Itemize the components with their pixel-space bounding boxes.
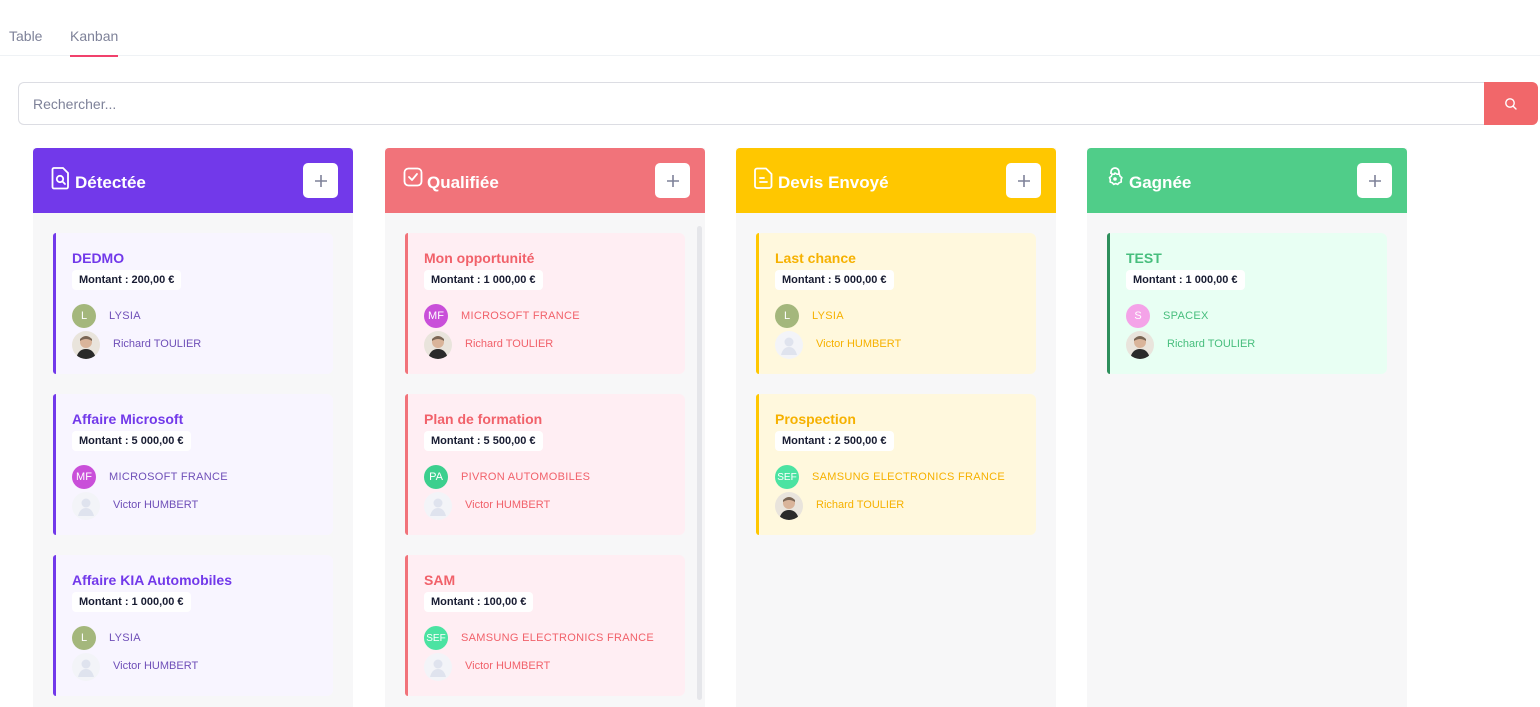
company-name[interactable]: LYSIA	[109, 310, 141, 322]
company-avatar: S	[1126, 304, 1150, 328]
company-avatar: L	[775, 304, 799, 328]
plus-icon	[666, 174, 679, 187]
person-name[interactable]: Richard TOULIER	[1167, 338, 1255, 350]
company-avatar: SEF	[775, 465, 799, 489]
amount-badge: Montant : 5 500,00 €	[424, 431, 543, 451]
company-name[interactable]: MICROSOFT FRANCE	[461, 310, 580, 322]
company-avatar: L	[72, 304, 96, 328]
company-avatar: MF	[424, 304, 448, 328]
amount-badge: Montant : 2 500,00 €	[775, 431, 894, 451]
column-title: Devis Envoyé	[778, 173, 889, 192]
card-title: TEST	[1126, 250, 1162, 266]
person-name[interactable]: Richard TOULIER	[113, 338, 201, 350]
company-avatar: SEF	[424, 626, 448, 650]
check-square-icon	[403, 167, 423, 187]
add-card-button[interactable]	[1357, 163, 1392, 198]
search-bar	[18, 82, 1538, 125]
opportunity-card[interactable]: TEST Montant : 1 000,00 € S SPACEX Richa…	[1107, 233, 1387, 374]
company-avatar: PA	[424, 465, 448, 489]
amount-badge: Montant : 1 000,00 €	[1126, 270, 1245, 290]
company-avatar: L	[72, 626, 96, 650]
opportunity-card[interactable]: DEDMO Montant : 200,00 € L LYSIA Richard…	[53, 233, 333, 374]
column-header: Devis Envoyé	[736, 148, 1056, 213]
search-button[interactable]	[1484, 82, 1538, 125]
user-blank-avatar	[424, 653, 452, 681]
user-photo-avatar	[1126, 331, 1154, 359]
document-text-icon	[754, 167, 773, 189]
user-photo-avatar	[72, 331, 100, 359]
card-title: Affaire KIA Automobiles	[72, 572, 232, 588]
search-icon	[1505, 97, 1517, 110]
amount-badge: Montant : 1 000,00 €	[72, 592, 191, 612]
user-blank-avatar	[72, 492, 100, 520]
document-search-icon	[51, 167, 69, 190]
kanban-column-devis-envoye: Devis Envoyé Last chance Montant : 5 000…	[736, 148, 1056, 707]
user-blank-avatar	[72, 653, 100, 681]
column-title: Qualifiée	[427, 173, 499, 192]
search-input[interactable]	[18, 82, 1484, 125]
company-avatar: MF	[72, 465, 96, 489]
column-header: Gagnée	[1087, 148, 1407, 213]
user-blank-avatar	[775, 331, 803, 359]
card-title: Plan de formation	[424, 411, 543, 427]
add-card-button[interactable]	[655, 163, 690, 198]
person-name[interactable]: Victor HUMBERT	[816, 338, 901, 350]
tab-table[interactable]: Table	[9, 28, 42, 44]
company-name[interactable]: PIVRON AUTOMOBILES	[461, 471, 590, 483]
amount-badge: Montant : 200,00 €	[72, 270, 182, 290]
person-name[interactable]: Victor HUMBERT	[113, 660, 198, 672]
company-name[interactable]: MICROSOFT FRANCE	[109, 471, 228, 483]
view-tabs: Table Kanban	[0, 0, 1540, 57]
amount-badge: Montant : 100,00 €	[424, 592, 534, 612]
card-title: SAM	[424, 572, 456, 588]
card-title: Prospection	[775, 411, 856, 427]
opportunity-card[interactable]: Affaire KIA Automobiles Montant : 1 000,…	[53, 555, 333, 696]
column-header: Qualifiée	[385, 148, 705, 213]
person-name[interactable]: Victor HUMBERT	[465, 499, 550, 511]
amount-badge: Montant : 5 000,00 €	[72, 431, 191, 451]
user-photo-avatar	[424, 331, 452, 359]
opportunity-card[interactable]: Last chance Montant : 5 000,00 € L LYSIA…	[756, 233, 1036, 374]
card-title: Last chance	[775, 250, 856, 266]
column-title: Détectée	[75, 173, 146, 192]
plus-icon	[1368, 174, 1381, 187]
column-header: Détectée	[33, 148, 353, 213]
person-name[interactable]: Victor HUMBERT	[465, 660, 550, 672]
company-name[interactable]: LYSIA	[812, 310, 844, 322]
opportunity-card[interactable]: Mon opportunité Montant : 1 000,00 € MF …	[405, 233, 685, 374]
add-card-button[interactable]	[303, 163, 338, 198]
amount-badge: Montant : 5 000,00 €	[775, 270, 894, 290]
card-title: Mon opportunité	[424, 250, 535, 266]
user-photo-avatar	[775, 492, 803, 520]
lock-badge-icon	[1108, 167, 1123, 186]
plus-icon	[1017, 174, 1030, 187]
opportunity-card[interactable]: Prospection Montant : 2 500,00 € SEF SAM…	[756, 394, 1036, 535]
column-scrollbar[interactable]	[697, 226, 702, 700]
amount-badge: Montant : 1 000,00 €	[424, 270, 543, 290]
company-name[interactable]: SPACEX	[1163, 310, 1209, 322]
column-title: Gagnée	[1129, 173, 1192, 192]
kanban-column-gagnee: Gagnée TEST Montant : 1 000,00 € S SPACE…	[1087, 148, 1407, 707]
tab-kanban[interactable]: Kanban	[70, 28, 119, 57]
user-blank-avatar	[424, 492, 452, 520]
kanban-column-qualifiee: Qualifiée Mon opportunité Montant : 1 00…	[385, 148, 705, 707]
kanban-column-detectee: Détectée DEDMO Montant : 200,00 € L LYSI…	[33, 148, 353, 707]
opportunity-card[interactable]: Plan de formation Montant : 5 500,00 € P…	[405, 394, 685, 535]
company-name[interactable]: LYSIA	[109, 632, 141, 644]
add-card-button[interactable]	[1006, 163, 1041, 198]
company-name[interactable]: SAMSUNG ELECTRONICS FRANCE	[812, 471, 1005, 483]
opportunity-card[interactable]: Affaire Microsoft Montant : 5 000,00 € M…	[53, 394, 333, 535]
person-name[interactable]: Richard TOULIER	[816, 499, 904, 511]
card-title: DEDMO	[72, 250, 125, 266]
plus-icon	[314, 174, 327, 187]
person-name[interactable]: Victor HUMBERT	[113, 499, 198, 511]
opportunity-card[interactable]: SAM Montant : 100,00 € SEF SAMSUNG ELECT…	[405, 555, 685, 696]
company-name[interactable]: SAMSUNG ELECTRONICS FRANCE	[461, 632, 654, 644]
person-name[interactable]: Richard TOULIER	[465, 338, 553, 350]
card-title: Affaire Microsoft	[72, 411, 184, 427]
